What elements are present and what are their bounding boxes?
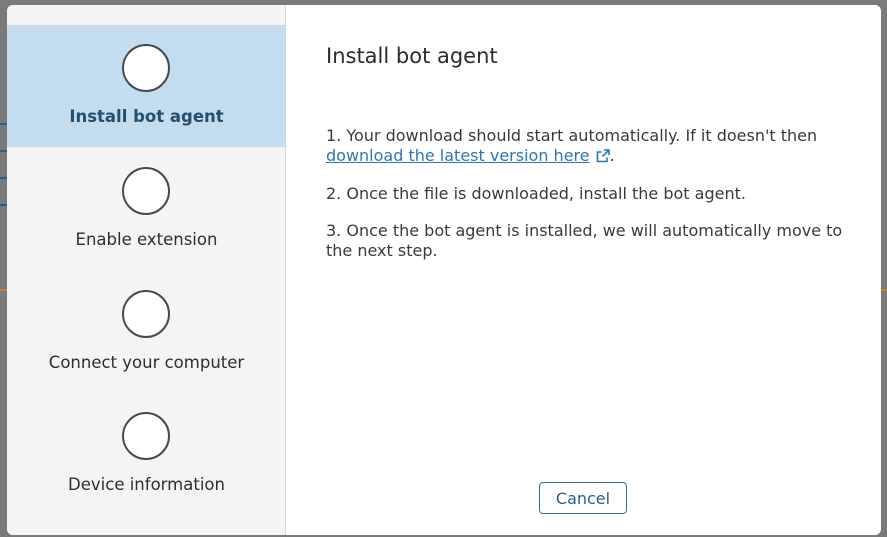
instruction-suffix: .	[609, 146, 615, 165]
backdrop-line	[0, 204, 7, 206]
dialog-title: Install bot agent	[326, 44, 498, 68]
download-latest-link[interactable]: download the latest version here	[326, 146, 590, 165]
setup-dialog: Install bot agent Enable extension Conne…	[7, 5, 881, 535]
step-label: Connect your computer	[48, 353, 245, 372]
backdrop-line	[0, 177, 7, 179]
instruction-text: 1. Your download should start automatica…	[326, 126, 818, 145]
backdrop-line	[0, 150, 7, 152]
step-indicator-circle	[122, 290, 170, 338]
step-enable-extension[interactable]: Enable extension	[7, 148, 286, 270]
instruction-step-1: 1. Your download should start automatica…	[326, 126, 846, 168]
instruction-step-2: 2. Once the file is downloaded, install …	[326, 184, 746, 203]
backdrop-line	[0, 123, 7, 125]
dialog-content: Install bot agent 1. Your download shoul…	[286, 5, 881, 535]
step-indicator-circle	[122, 44, 170, 92]
step-indicator-circle	[122, 412, 170, 460]
cancel-button[interactable]: Cancel	[539, 482, 627, 514]
step-connect-computer[interactable]: Connect your computer	[7, 271, 286, 393]
step-device-information[interactable]: Device information	[7, 393, 286, 515]
step-label: Enable extension	[75, 230, 218, 249]
step-label: Device information	[68, 475, 225, 494]
step-label: Install bot agent	[69, 107, 224, 126]
instruction-step-3: 3. Once the bot agent is installed, we w…	[326, 221, 843, 260]
step-indicator-circle	[122, 167, 170, 215]
steps-sidebar: Install bot agent Enable extension Conne…	[7, 5, 286, 535]
external-link-icon[interactable]	[596, 148, 610, 168]
step-install-bot-agent[interactable]: Install bot agent	[7, 25, 286, 147]
